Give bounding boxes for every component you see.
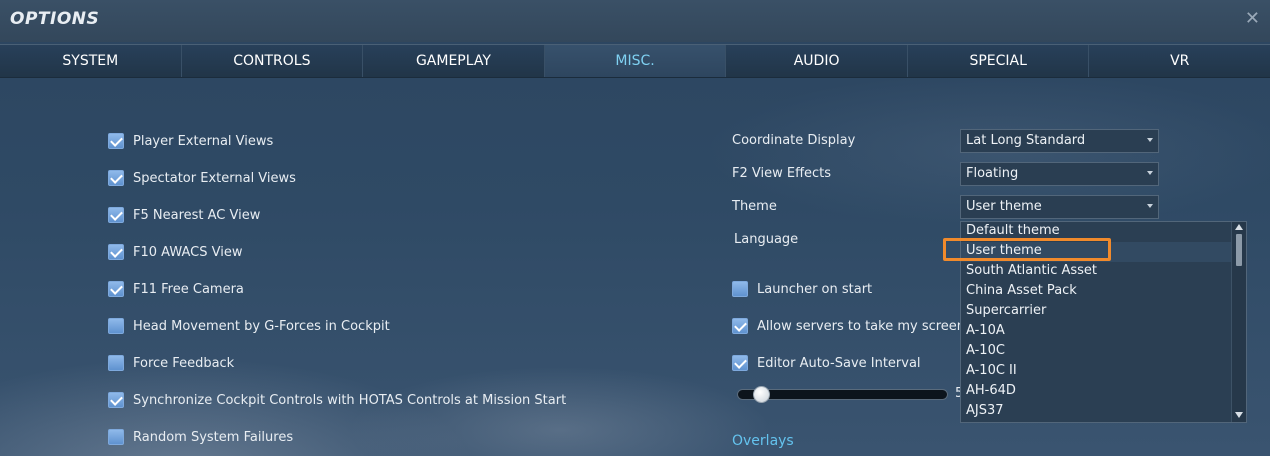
- theme-dropdown-list: Default theme User theme South Atlantic …: [960, 221, 1247, 423]
- select-value: Lat Long Standard: [966, 133, 1086, 148]
- coordinate-display-select[interactable]: Lat Long Standard: [960, 129, 1159, 153]
- dropdown-arrow-icon: [1147, 204, 1153, 208]
- theme-option[interactable]: A-10C: [966, 343, 1005, 363]
- theme-option[interactable]: User theme: [966, 243, 1042, 263]
- checkbox[interactable]: [108, 170, 124, 186]
- theme-option[interactable]: South Atlantic Asset: [966, 263, 1097, 283]
- theme-option[interactable]: AJS37: [966, 403, 1004, 422]
- tab-misc[interactable]: MISC.: [544, 45, 727, 77]
- checkbox[interactable]: [108, 207, 124, 223]
- checkbox[interactable]: [108, 318, 124, 334]
- checkbox-label: Head Movement by G-Forces in Cockpit: [133, 318, 390, 334]
- checkbox-label: Allow servers to take my screensh: [757, 318, 981, 334]
- dropdown-arrow-icon: [1147, 138, 1153, 142]
- scrollbar-thumb[interactable]: [1236, 234, 1242, 266]
- slider-handle[interactable]: [752, 386, 770, 403]
- theme-label: Theme: [732, 199, 777, 214]
- tab-special[interactable]: SPECIAL: [907, 45, 1090, 77]
- option-force-feedback[interactable]: Force Feedback: [108, 353, 234, 373]
- checkbox[interactable]: [732, 355, 748, 371]
- tab-controls[interactable]: CONTROLS: [181, 45, 364, 77]
- theme-option[interactable]: China Asset Pack: [966, 283, 1077, 303]
- checkbox[interactable]: [108, 133, 124, 149]
- tab-audio[interactable]: AUDIO: [726, 45, 908, 77]
- window-title: OPTIONS: [10, 9, 100, 29]
- title-bar: OPTIONS ✕: [0, 0, 1270, 42]
- checkbox-label: Editor Auto-Save Interval: [757, 355, 921, 371]
- tab-bar: SYSTEM CONTROLS GAMEPLAY MISC. AUDIO SPE…: [0, 44, 1270, 78]
- theme-select[interactable]: User theme: [960, 195, 1159, 219]
- checkbox[interactable]: [732, 318, 748, 334]
- close-icon[interactable]: ✕: [1245, 8, 1260, 29]
- theme-option[interactable]: Supercarrier: [966, 303, 1046, 323]
- option-f11-free-camera[interactable]: F11 Free Camera: [108, 279, 244, 299]
- option-editor-autosave[interactable]: Editor Auto-Save Interval: [732, 353, 921, 373]
- checkbox-label: Synchronize Cockpit Controls with HOTAS …: [133, 392, 567, 408]
- theme-option[interactable]: AH-64D: [966, 383, 1016, 403]
- option-random-system-failures[interactable]: Random System Failures: [108, 427, 293, 447]
- scroll-up-icon[interactable]: [1235, 224, 1243, 230]
- checkbox[interactable]: [108, 392, 124, 408]
- overlays-section-title: Overlays: [732, 433, 794, 449]
- tab-vr[interactable]: VR: [1089, 45, 1270, 77]
- checkbox-label: Player External Views: [133, 133, 274, 149]
- f2-view-effects-select[interactable]: Floating: [960, 162, 1159, 186]
- scroll-down-icon[interactable]: [1235, 412, 1243, 418]
- option-player-external-views[interactable]: Player External Views: [108, 131, 273, 151]
- checkbox[interactable]: [108, 281, 124, 297]
- checkbox-label: Random System Failures: [133, 429, 294, 445]
- coordinate-display-label: Coordinate Display: [732, 133, 856, 148]
- option-f10-awacs-view[interactable]: F10 AWACS View: [108, 242, 242, 262]
- checkbox-label: Force Feedback: [133, 355, 235, 371]
- theme-option[interactable]: A-10C II: [966, 363, 1017, 383]
- select-value: User theme: [966, 199, 1042, 214]
- checkbox-label: F5 Nearest AC View: [133, 207, 261, 223]
- option-synchronize-cockpit-controls[interactable]: Synchronize Cockpit Controls with HOTAS …: [108, 390, 566, 410]
- option-head-movement-g-forces[interactable]: Head Movement by G-Forces in Cockpit: [108, 316, 390, 336]
- checkbox-label: Launcher on start: [757, 281, 873, 297]
- option-launcher-on-start[interactable]: Launcher on start: [732, 279, 872, 299]
- checkbox-label: F11 Free Camera: [133, 281, 244, 297]
- option-allow-screenshots[interactable]: Allow servers to take my screensh: [732, 316, 980, 336]
- tab-gameplay[interactable]: GAMEPLAY: [363, 45, 545, 77]
- theme-option[interactable]: A-10A: [966, 323, 1005, 343]
- option-spectator-external-views[interactable]: Spectator External Views: [108, 168, 296, 188]
- checkbox[interactable]: [732, 281, 748, 297]
- checkbox[interactable]: [108, 355, 124, 371]
- theme-option[interactable]: Default theme: [966, 223, 1060, 243]
- language-label: Language: [734, 232, 799, 247]
- checkbox[interactable]: [108, 244, 124, 260]
- dropdown-arrow-icon: [1147, 171, 1153, 175]
- checkbox-label: F10 AWACS View: [133, 244, 243, 260]
- select-value: Floating: [966, 166, 1019, 181]
- checkbox[interactable]: [108, 429, 124, 445]
- tab-system[interactable]: SYSTEM: [0, 45, 182, 77]
- dropdown-scrollbar[interactable]: [1231, 222, 1246, 422]
- checkbox-label: Spectator External Views: [133, 170, 296, 186]
- option-f5-nearest-ac-view[interactable]: F5 Nearest AC View: [108, 205, 260, 225]
- f2-view-effects-label: F2 View Effects: [732, 166, 832, 181]
